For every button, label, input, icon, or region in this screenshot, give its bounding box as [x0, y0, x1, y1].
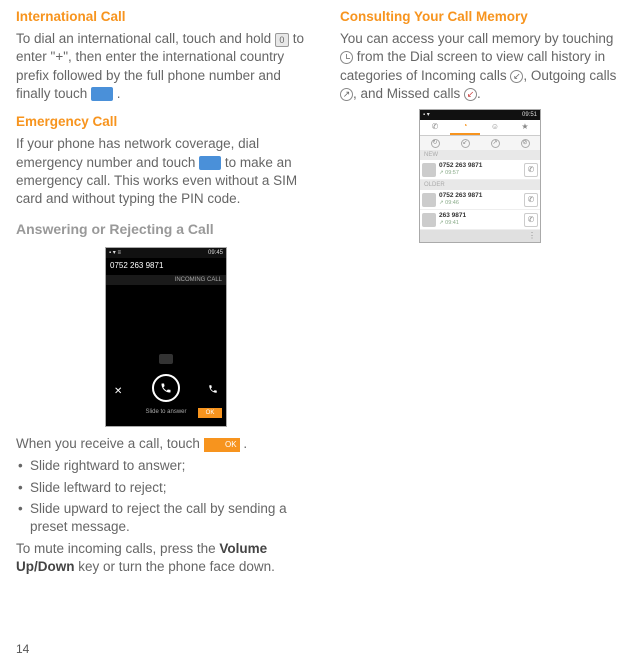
- text: , Outgoing calls: [523, 68, 616, 83]
- bullet-list: Slide rightward to answer; Slide leftwar…: [16, 457, 316, 536]
- avatar-icon: [422, 163, 436, 177]
- table-row: 0752 263 9871 ↗ 09:57 ✆: [420, 160, 540, 180]
- heading-call-memory: Consulting Your Call Memory: [340, 8, 620, 26]
- filter-row: ↻ ↙ ↗ ⊘: [420, 136, 540, 150]
- avatar-icon: [422, 213, 436, 227]
- ok-icon: OK: [204, 438, 240, 452]
- missed-arrow-icon: ↙: [464, 88, 477, 101]
- tab-contacts-icon: ☺: [480, 120, 510, 135]
- heading-emergency-call: Emergency Call: [16, 113, 316, 131]
- tab-favorites-icon: ★: [510, 120, 540, 135]
- section-new: NEW: [420, 150, 540, 160]
- call-back-icon: ✆: [524, 193, 538, 207]
- screenshot-call-history: ▪ ▾ 09:51 ✆ ◔ ☺ ★ ↻ ↙ ↗ ⊘ NEW 0752 263 9…: [419, 109, 541, 243]
- text: To dial an international call, touch and…: [16, 31, 275, 46]
- paragraph-mute: To mute incoming calls, press the Volume…: [16, 540, 316, 576]
- row-time: ↗ 09:57: [439, 170, 524, 177]
- text: You can access your call memory by touch…: [340, 31, 613, 46]
- reject-icon: ✕: [114, 385, 122, 399]
- page-number: 14: [16, 641, 29, 657]
- tab-dialer-icon: ✆: [420, 120, 450, 135]
- call-button-icon: [199, 156, 221, 170]
- outgoing-arrow-icon: ↗: [340, 88, 353, 101]
- status-time: 09:51: [522, 111, 537, 119]
- paragraph-receive: When you receive a call, touch OK .: [16, 435, 316, 453]
- incoming-label: INCOMING CALL: [106, 275, 226, 285]
- status-bar: ▪ ▾ ≡ 09:45: [106, 248, 226, 258]
- row-number: 0752 263 9871: [439, 162, 524, 171]
- text: .: [240, 436, 248, 451]
- row-time: ↗ 09:46: [439, 200, 524, 207]
- avatar-icon: [422, 193, 436, 207]
- list-item: Slide leftward to reject;: [16, 479, 316, 497]
- filter-outgoing-icon: ↗: [491, 139, 500, 148]
- section-older: OLDER: [420, 180, 540, 190]
- ok-button: OK: [198, 408, 222, 418]
- paragraph-call-memory: You can access your call memory by touch…: [340, 30, 620, 103]
- status-icons-left: ▪ ▾: [423, 111, 430, 119]
- list-item: Slide upward to reject the call by sendi…: [16, 500, 316, 536]
- status-bar: ▪ ▾ 09:51: [420, 110, 540, 120]
- incoming-arrow-icon: ↙: [510, 70, 523, 83]
- filter-all-icon: ↻: [431, 139, 440, 148]
- heading-answering-rejecting: Answering or Rejecting a Call: [16, 220, 316, 239]
- filter-incoming-icon: ↙: [461, 139, 470, 148]
- heading-international-call: International Call: [16, 8, 316, 26]
- text: To mute incoming calls, press the: [16, 541, 219, 556]
- text: When you receive a call, touch: [16, 436, 204, 451]
- clock-icon: [340, 51, 353, 64]
- call-back-icon: ✆: [524, 213, 538, 227]
- answer-icon: [208, 384, 218, 399]
- text: .: [113, 86, 121, 101]
- row-number: 263 9871: [439, 212, 524, 221]
- list-item: Slide rightward to answer;: [16, 457, 316, 475]
- status-icons-left: ▪ ▾ ≡: [109, 249, 121, 257]
- answer-ring-icon: [152, 374, 180, 402]
- text: , and Missed calls: [353, 86, 464, 101]
- row-time: ↗ 09:41: [439, 220, 524, 227]
- tab-row: ✆ ◔ ☺ ★: [420, 120, 540, 136]
- zero-key-icon: 0: [275, 33, 289, 47]
- table-row: 263 9871 ↗ 09:41 ✆: [420, 210, 540, 230]
- call-button-icon: [91, 87, 113, 101]
- row-number: 0752 263 9871: [439, 192, 524, 201]
- call-back-icon: ✆: [524, 163, 538, 177]
- paragraph-emergency: If your phone has network coverage, dial…: [16, 135, 316, 208]
- screenshot-incoming-call: ▪ ▾ ≡ 09:45 0752 263 9871 INCOMING CALL …: [105, 247, 227, 427]
- message-icon: [159, 354, 173, 364]
- text: key or turn the phone face down.: [75, 559, 275, 574]
- text: .: [477, 86, 481, 101]
- table-row: 0752 263 9871 ↗ 09:46 ✆: [420, 190, 540, 210]
- filter-missed-icon: ⊘: [521, 139, 530, 148]
- caller-number: 0752 263 9871: [106, 258, 226, 275]
- paragraph-international: To dial an international call, touch and…: [16, 30, 316, 103]
- tab-history-icon: ◔: [450, 120, 480, 135]
- bottom-bar: ⋮: [420, 230, 540, 242]
- status-time: 09:45: [208, 249, 223, 257]
